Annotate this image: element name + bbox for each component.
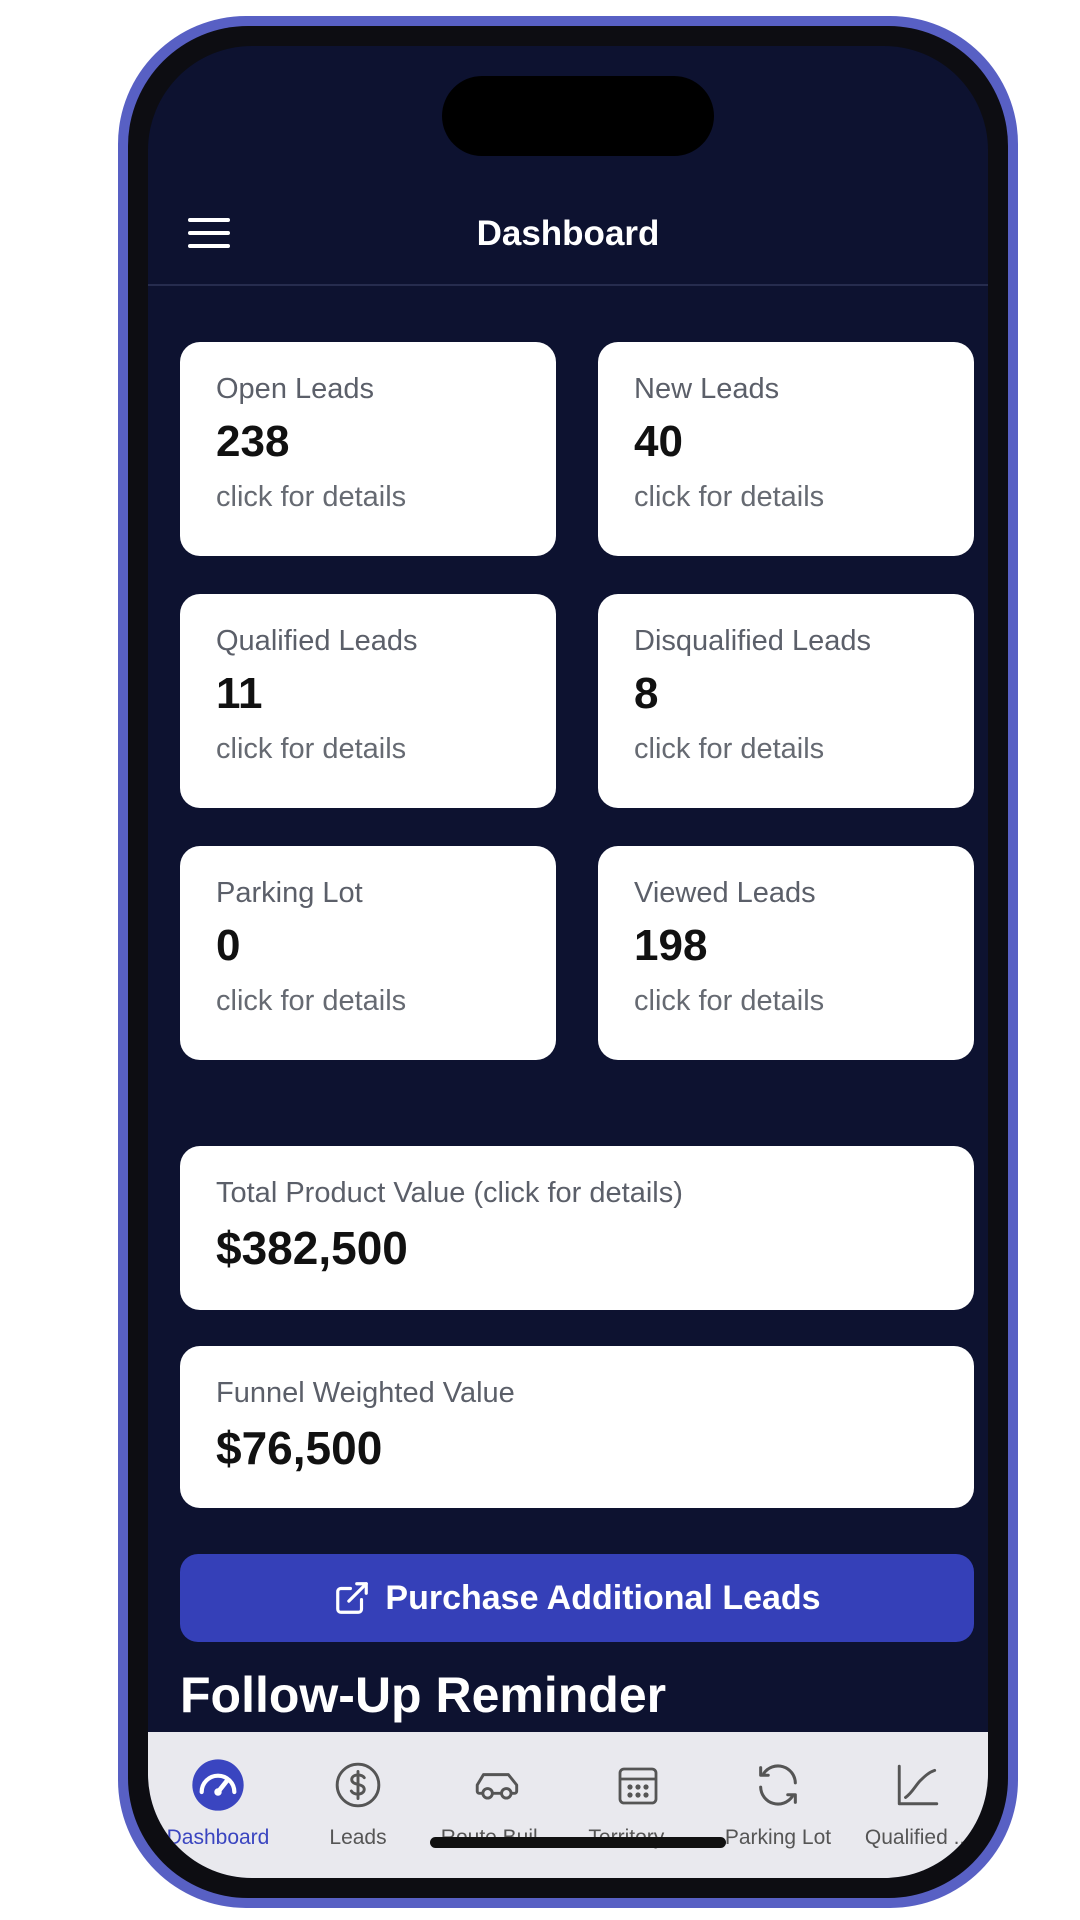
card-label: Parking Lot (216, 877, 363, 909)
tab-label: Dashboard (166, 1826, 270, 1849)
card-value: 11 (216, 669, 263, 718)
calendar-icon (618, 1767, 658, 1805)
follow-up-title: Follow-Up Reminder (180, 1667, 667, 1723)
car-icon (475, 1773, 519, 1800)
card-hint: click for details (634, 481, 825, 513)
app-screen: Dashboard Open Leads 238 click for detai… (148, 46, 988, 1878)
new-leads-card[interactable]: New Leads 40 click for details (598, 342, 974, 556)
card-value: 0 (216, 921, 241, 970)
card-value: $76,500 (216, 1422, 383, 1474)
card-label: Open Leads (216, 373, 375, 405)
dynamic-island (442, 76, 714, 156)
app-header: Dashboard (148, 196, 988, 286)
card-hint: click for details (216, 733, 407, 765)
tab-route-builder[interactable]: Route Buil... (428, 1756, 568, 1850)
tab-parking-lot[interactable]: Parking Lot (708, 1756, 848, 1850)
phone-frame: Dashboard Open Leads 238 click for detai… (118, 16, 1018, 1908)
card-hint: click for details (216, 985, 407, 1017)
card-value: 198 (634, 921, 708, 970)
open-leads-card[interactable]: Open Leads 238 click for details (180, 342, 556, 556)
qualified-leads-card[interactable]: Qualified Leads 11 click for details (180, 594, 556, 808)
refresh-icon (759, 1764, 797, 1806)
bottom-tab-bar: Dashboard Leads Parking Lot Qualified ..… (148, 1732, 988, 1878)
page: Dashboard Open Leads 238 click for detai… (0, 0, 1080, 1920)
chart-line-icon (897, 1764, 939, 1806)
card-hint: click for details (634, 733, 825, 765)
viewed-leads-card[interactable]: Viewed Leads 198 click for details (598, 846, 974, 1060)
tab-label: Parking Lot (724, 1826, 832, 1849)
tab-leads[interactable]: Leads (288, 1756, 428, 1850)
tab-qualified[interactable]: Qualified ... (848, 1756, 988, 1850)
speedometer-icon (192, 1759, 244, 1811)
card-label: Total Product Value (click for details) (216, 1177, 683, 1209)
card-hint: click for details (216, 481, 407, 513)
card-label: Viewed Leads (634, 877, 816, 909)
card-label: Funnel Weighted Value (216, 1377, 515, 1409)
total-product-value-card[interactable]: Total Product Value (click for details) … (180, 1146, 974, 1310)
tab-territory[interactable]: Territory ... (568, 1756, 708, 1850)
external-link-icon (336, 1582, 369, 1614)
tab-label: Leads (329, 1826, 387, 1849)
disqualified-leads-card[interactable]: Disqualified Leads 8 click for details (598, 594, 974, 808)
card-value: 238 (216, 417, 290, 466)
card-label: Disqualified Leads (634, 625, 871, 657)
card-label: Qualified Leads (216, 625, 418, 657)
funnel-weighted-value-card: Funnel Weighted Value $76,500 (180, 1346, 974, 1508)
parking-lot-card[interactable]: Parking Lot 0 click for details (180, 846, 556, 1060)
purchase-button-label: Purchase Additional Leads (385, 1578, 821, 1617)
home-indicator[interactable] (430, 1837, 726, 1848)
card-label: New Leads (634, 373, 780, 405)
card-value: $382,500 (216, 1222, 408, 1274)
page-title: Dashboard (476, 214, 660, 253)
purchase-leads-button[interactable]: Purchase Additional Leads (180, 1554, 974, 1642)
card-hint: click for details (634, 985, 825, 1017)
card-value: 40 (634, 417, 683, 466)
tab-label: Qualified ... (864, 1826, 972, 1849)
dollar-circle-icon (335, 1762, 381, 1808)
card-value: 8 (634, 669, 659, 718)
phone-bezel: Dashboard Open Leads 238 click for detai… (128, 26, 1008, 1898)
tab-dashboard[interactable]: Dashboard (148, 1756, 288, 1850)
